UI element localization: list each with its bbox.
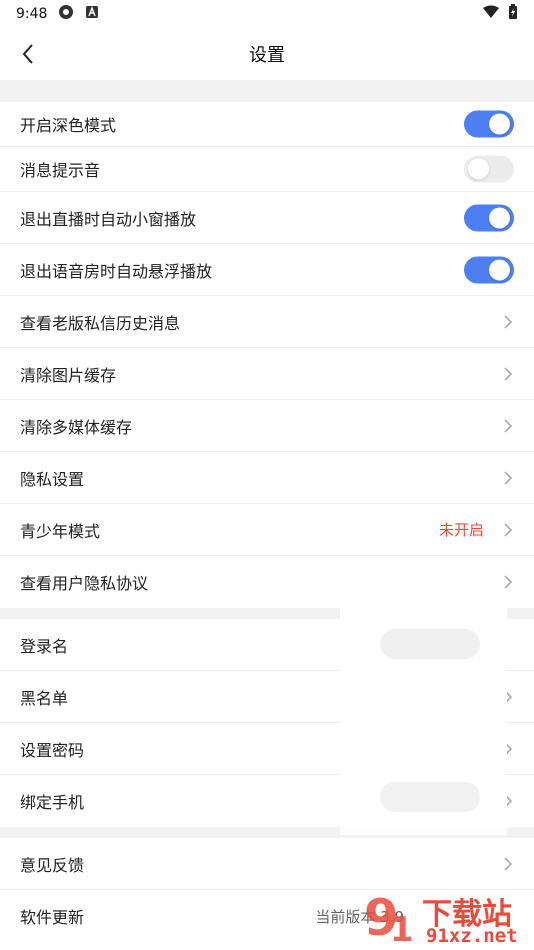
setting-teen-mode[interactable]: 青少年模式 未开启 (0, 504, 534, 556)
status-bar: 9:48 (0, 0, 534, 28)
setting-clear-media-cache[interactable]: 清除多媒体缓存 (0, 400, 534, 452)
setting-label: 清除多媒体缓存 (20, 417, 133, 437)
setting-label: 软件更新 (20, 908, 85, 927)
teen-mode-status: 未开启 (438, 521, 484, 539)
section-divider (0, 80, 534, 102)
chevron-right-icon (502, 418, 514, 434)
svg-text:1: 1 (390, 910, 414, 950)
setting-privacy[interactable]: 隐私设置 (0, 452, 534, 504)
redaction-overlay (340, 607, 507, 835)
status-time: 9:48 (16, 6, 48, 22)
chevron-right-icon (502, 314, 514, 330)
chevron-right-icon (502, 470, 514, 486)
live-mini-window-toggle[interactable] (464, 204, 514, 231)
watermark-url: 91xz.net (426, 925, 518, 947)
setting-live-mini-window[interactable]: 退出直播时自动小窗播放 (0, 192, 534, 244)
setting-label: 清除图片缓存 (20, 365, 117, 385)
chevron-right-icon (502, 856, 514, 872)
setting-label: 退出直播时自动小窗播放 (20, 209, 197, 229)
nav-bar: 设置 (0, 28, 534, 80)
setting-label: 查看用户隐私协议 (20, 574, 149, 593)
setting-label: 消息提示音 (20, 161, 101, 180)
setting-old-messages[interactable]: 查看老版私信历史消息 (0, 296, 534, 348)
setting-label: 意见反馈 (20, 855, 85, 875)
back-button[interactable] (14, 40, 42, 68)
dark-mode-toggle[interactable] (464, 110, 514, 138)
setting-label: 开启深色模式 (20, 116, 117, 135)
chevron-right-icon (502, 522, 514, 538)
setting-label: 隐私设置 (20, 469, 85, 489)
app-indicator-icon (57, 3, 75, 25)
battery-icon (508, 4, 518, 24)
setting-label: 青少年模式 (20, 521, 101, 541)
setting-dark-mode[interactable]: 开启深色模式 (0, 102, 534, 147)
chevron-right-icon (502, 366, 514, 382)
setting-label: 查看老版私信历史消息 (20, 313, 181, 333)
message-sound-toggle[interactable] (464, 155, 514, 183)
settings-group-general: 开启深色模式 消息提示音 退出直播时自动小窗播放 退出语音房时自动悬浮播放 查看… (0, 102, 534, 608)
font-indicator-icon (85, 5, 99, 23)
setting-voice-room-float[interactable]: 退出语音房时自动悬浮播放 (0, 244, 534, 296)
chevron-left-icon (22, 44, 33, 64)
voice-room-float-toggle[interactable] (464, 256, 514, 283)
setting-privacy-policy[interactable]: 查看用户隐私协议 (0, 556, 534, 608)
wifi-icon (482, 5, 500, 23)
page-title: 设置 (249, 45, 285, 66)
setting-label: 退出语音房时自动悬浮播放 (20, 261, 213, 281)
chevron-right-icon (502, 574, 514, 590)
setting-message-sound[interactable]: 消息提示音 (0, 147, 534, 192)
setting-clear-image-cache[interactable]: 清除图片缓存 (0, 348, 534, 400)
watermark-logo: 9 1 下载站 91xz.net (362, 883, 534, 950)
